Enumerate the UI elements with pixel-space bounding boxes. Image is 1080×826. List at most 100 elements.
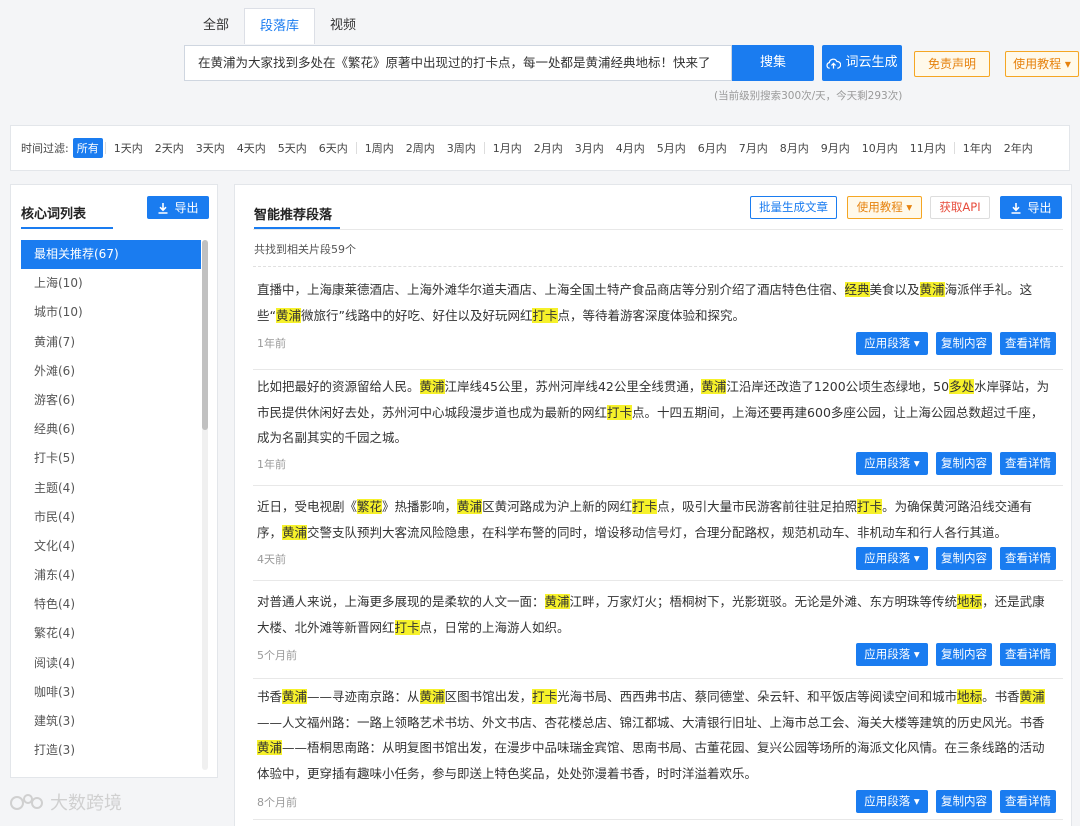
keyword-item[interactable]: 咖啡(3) <box>21 678 201 707</box>
apply-label: 应用段落 <box>864 456 911 470</box>
batch-generate-button[interactable]: 批量生成文章 <box>750 196 837 219</box>
keyword-scrollbar-thumb[interactable] <box>202 240 208 430</box>
copy-content-button[interactable]: 复制内容 <box>936 643 992 666</box>
word-cloud-button[interactable]: 词云生成 <box>822 45 902 81</box>
keyword-item[interactable]: 上海(10) <box>21 269 201 298</box>
keyword-highlight: 黄浦 <box>257 740 283 755</box>
keyword-item[interactable]: 繁花(4) <box>21 619 201 648</box>
keyword-item[interactable]: 特色(4) <box>21 590 201 619</box>
paragraph-text-segment: ——人文福州路：一路上领略艺术书坊、外文书店、杏花楼总店、锦江都城、大清银行旧址… <box>257 714 1045 730</box>
paragraph-text-segment: 直播中，上海康莱德酒店、上海外滩华尔道夫酒店、上海全国土特产食品商店等分别介绍了… <box>257 282 845 297</box>
caret-down-icon: ▾ <box>902 200 913 214</box>
filter-3week[interactable]: 3周内 <box>441 138 482 158</box>
keyword-panel-title: 核心词列表 <box>21 207 87 222</box>
brand-logo-icon <box>10 794 43 810</box>
paragraph-text-segment: 书香 <box>257 689 283 704</box>
apply-paragraph-button[interactable]: 应用段落 ▾ <box>856 643 928 666</box>
paragraph-card: 比如把最好的资源留给人民。黄浦江岸线45公里，苏州河岸线42公里全线贯通，黄浦江… <box>253 370 1063 486</box>
filter-3day[interactable]: 3天内 <box>190 138 231 158</box>
copy-content-button[interactable]: 复制内容 <box>936 332 992 355</box>
filter-11month[interactable]: 11月内 <box>904 138 952 158</box>
keyword-item[interactable]: 打造(3) <box>21 736 201 765</box>
keyword-highlight: 黄浦 <box>419 689 445 704</box>
filter-6day[interactable]: 6天内 <box>313 138 354 158</box>
keyword-item[interactable]: 城市(10) <box>21 298 201 327</box>
paragraph-text: 书香黄浦——寻迹南京路：从黄浦区图书馆出发，打卡光海书局、西西弗书店、蔡同德堂、… <box>257 684 1053 786</box>
filter-2week[interactable]: 2周内 <box>400 138 441 158</box>
paragraph-export-button[interactable]: 导出 <box>1000 196 1062 219</box>
keyword-item[interactable]: 外滩(6) <box>21 357 201 386</box>
filter-5month[interactable]: 5月内 <box>651 138 692 158</box>
filter-2year[interactable]: 2年内 <box>998 138 1039 158</box>
paragraph-time: 8个月前 <box>257 796 297 809</box>
view-detail-button[interactable]: 查看详情 <box>1000 643 1056 666</box>
filter-1month[interactable]: 1月内 <box>487 138 528 158</box>
keyword-highlight: 黄浦 <box>701 379 727 394</box>
keyword-item[interactable]: 最相关推荐(67) <box>21 240 201 270</box>
paragraph-actions: 应用段落 ▾ 复制内容 查看详情 <box>856 643 1056 666</box>
filter-all[interactable]: 所有 <box>72 138 103 158</box>
keyword-item[interactable]: 经典(6) <box>21 415 201 444</box>
paragraph-time: 4天前 <box>257 553 286 566</box>
copy-content-button[interactable]: 复制内容 <box>936 452 992 475</box>
recommend-panel-title: 智能推荐段落 <box>254 208 333 223</box>
keyword-item[interactable]: 浦东(4) <box>21 561 201 590</box>
paragraph-card: 近日，受电视剧《繁花》热播影响，黄浦区黄河路成为沪上新的网红打卡点，吸引大量市民… <box>253 486 1063 581</box>
tutorial-dropdown-button[interactable]: 使用教程 ▾ <box>847 196 922 219</box>
filter-5day[interactable]: 5天内 <box>272 138 313 158</box>
filter-1week[interactable]: 1周内 <box>359 138 400 158</box>
copy-content-button[interactable]: 复制内容 <box>936 547 992 570</box>
keyword-item[interactable]: 打卡(5) <box>21 444 201 473</box>
keyword-item[interactable]: 文化(4) <box>21 532 201 561</box>
search-button[interactable]: 搜集 <box>732 45 814 81</box>
paragraph-text-segment: 对普通人来说，上海更多展现的是柔软的人文一面： <box>257 594 545 609</box>
view-detail-button[interactable]: 查看详情 <box>1000 547 1056 570</box>
filter-2month[interactable]: 2月内 <box>528 138 569 158</box>
paragraph-text-segment: 区黄河路成为沪上新的网红 <box>482 499 633 514</box>
time-filter-bar: 时间过滤: 所有 1天内 2天内 3天内 4天内 5天内 6天内 1周内 2周内… <box>10 125 1070 171</box>
filter-6month[interactable]: 6月内 <box>692 138 733 158</box>
filter-1day[interactable]: 1天内 <box>108 138 149 158</box>
keyword-item[interactable]: 游客(6) <box>21 386 201 415</box>
word-cloud-label: 词云生成 <box>845 55 898 70</box>
filter-3month[interactable]: 3月内 <box>569 138 610 158</box>
apply-paragraph-button[interactable]: 应用段落 ▾ <box>856 547 928 570</box>
download-icon <box>158 202 168 214</box>
keyword-item[interactable]: 主题(4) <box>21 474 201 503</box>
apply-paragraph-button[interactable]: 应用段落 ▾ <box>856 332 928 355</box>
filter-8month[interactable]: 8月内 <box>774 138 815 158</box>
keyword-highlight: 地标 <box>957 689 983 704</box>
view-detail-button[interactable]: 查看详情 <box>1000 790 1056 813</box>
keyword-item[interactable]: 建筑(3) <box>21 707 201 736</box>
copy-content-button[interactable]: 复制内容 <box>936 790 992 813</box>
watermark: 大数跨境 <box>8 789 122 815</box>
keyword-item[interactable]: 阅读(4) <box>21 649 201 678</box>
apply-paragraph-button[interactable]: 应用段落 ▾ <box>856 452 928 475</box>
filter-4day[interactable]: 4天内 <box>231 138 272 158</box>
cloud-upload-icon <box>826 58 842 69</box>
filter-2day[interactable]: 2天内 <box>149 138 190 158</box>
apply-label: 应用段落 <box>864 336 911 350</box>
filter-1year[interactable]: 1年内 <box>957 138 998 158</box>
tab-video[interactable]: 视频 <box>315 8 371 44</box>
view-detail-button[interactable]: 查看详情 <box>1000 452 1056 475</box>
filter-10month[interactable]: 10月内 <box>856 138 904 158</box>
view-detail-button[interactable]: 查看详情 <box>1000 332 1056 355</box>
apply-paragraph-button[interactable]: 应用段落 ▾ <box>856 790 928 813</box>
caret-down-icon: ▾ <box>1061 57 1071 71</box>
divider <box>104 142 106 154</box>
disclaimer-button[interactable]: 免责声明 <box>914 51 990 77</box>
filter-4month[interactable]: 4月内 <box>610 138 651 158</box>
search-input[interactable]: 在黄浦为大家找到多处在《繁花》原著中出现过的打卡点，每一处都是黄浦经典地标！快来… <box>184 45 732 81</box>
get-api-button[interactable]: 获取API <box>930 196 990 219</box>
filter-9month[interactable]: 9月内 <box>815 138 856 158</box>
filter-7month[interactable]: 7月内 <box>733 138 774 158</box>
keyword-export-button[interactable]: 导出 <box>147 196 209 219</box>
tab-all[interactable]: 全部 <box>188 8 244 44</box>
paragraph-text-segment: ——梧桐思南路：从明复图书馆出发，在漫步中品味瑞金宾馆、思南书局、古董花园、复兴… <box>257 740 1045 781</box>
keyword-item[interactable]: 市民(4) <box>21 503 201 532</box>
keyword-item[interactable]: 黄浦(7) <box>21 328 201 357</box>
tab-paragraph-library[interactable]: 段落库 <box>244 8 316 44</box>
paragraph-text-segment: 江岸线45公里，苏州河岸线42公里全线贯通， <box>444 379 702 394</box>
tutorial-dropdown-button[interactable]: 使用教程 ▾ <box>1005 51 1079 77</box>
